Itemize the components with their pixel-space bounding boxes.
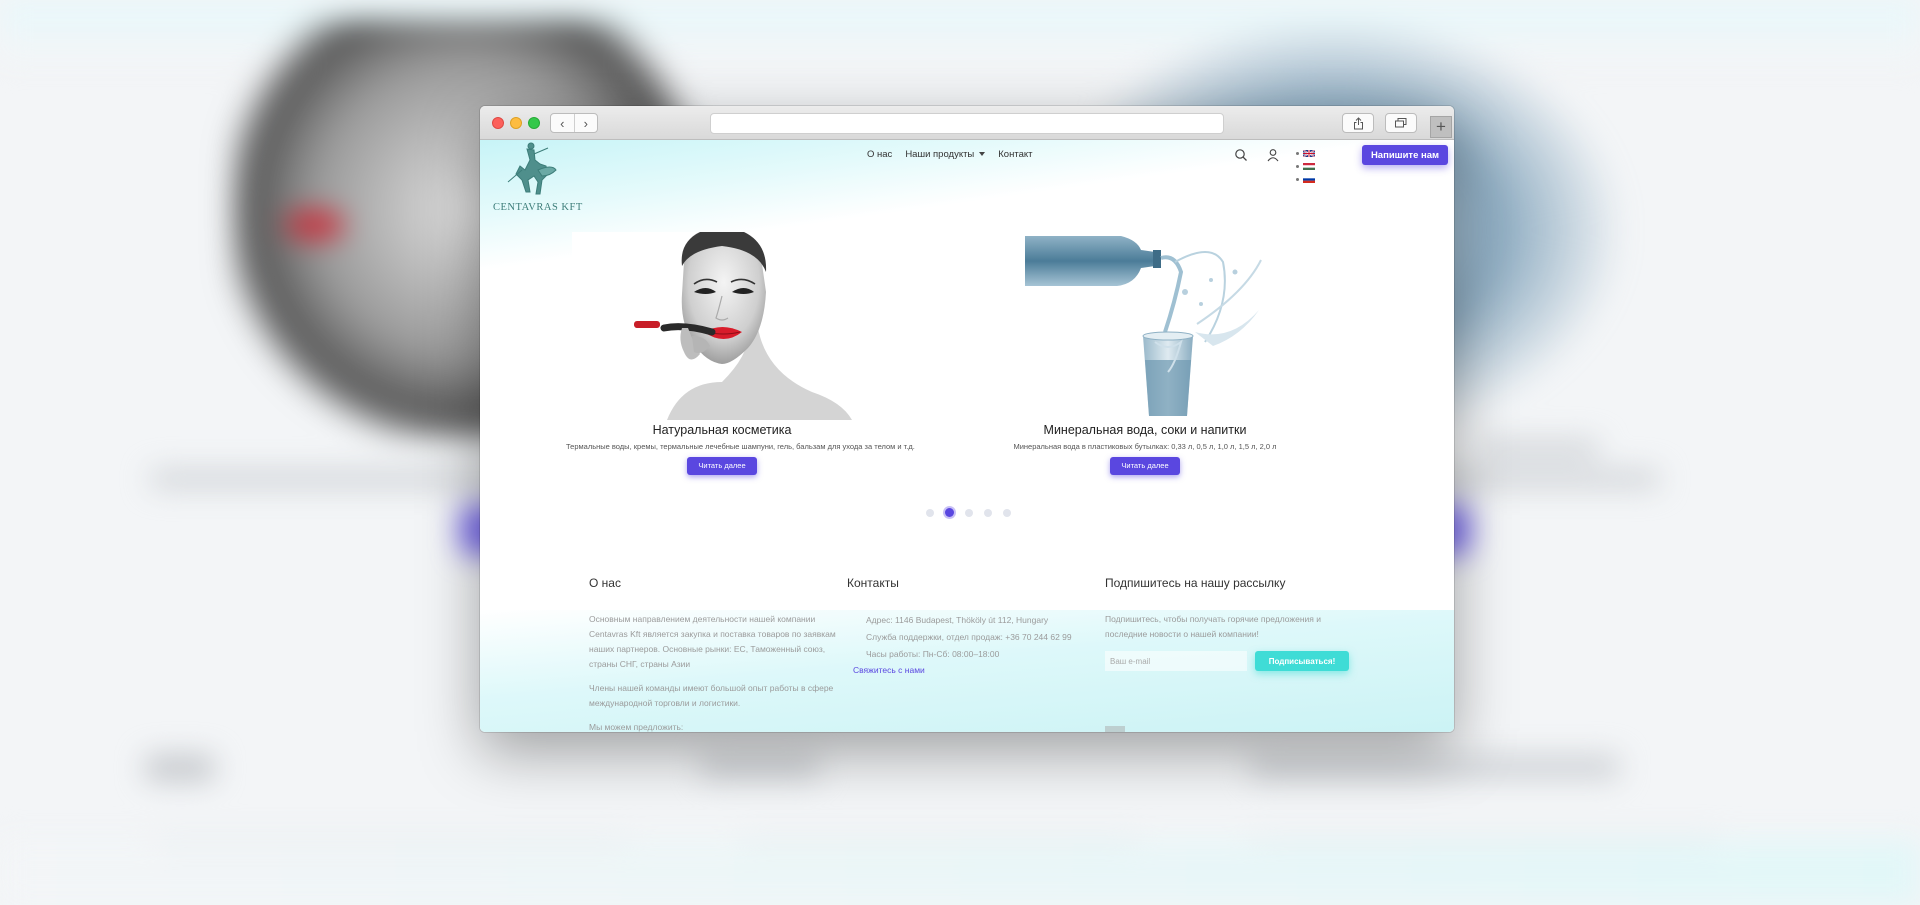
back-button[interactable]: ‹ — [551, 114, 574, 132]
list-bullet — [1296, 178, 1299, 181]
slide-subtitle: Термальные воды, кремы, термальные лечеб… — [566, 442, 915, 451]
newsletter-form: Подписываться! — [1105, 651, 1365, 671]
uk-flag-icon — [1303, 150, 1315, 157]
browser-window: ‹ › + CENTAVRAS KFT О нас Наши продукты … — [480, 106, 1454, 732]
contact-phone: Служба поддержки, отдел продаж: +36 70 2… — [866, 632, 1072, 642]
carousel-pagination — [926, 508, 1011, 517]
menu-item-contact[interactable]: Контакт — [998, 149, 1032, 160]
browser-toolbar: ‹ › + — [480, 106, 1454, 140]
forward-button[interactable]: › — [573, 114, 598, 132]
read-more-button[interactable]: Читать далее — [1110, 457, 1180, 475]
footer-about: О нас Основным направлением деятельности… — [589, 576, 849, 732]
about-paragraph: Мы можем предложить: — [589, 722, 684, 732]
water-glass-image — [1025, 232, 1265, 420]
footer-contacts: Контакты Адрес: 1146 Budapest, Thököly ú… — [847, 576, 1097, 678]
hungary-flag-icon — [1303, 163, 1315, 170]
language-option-hu[interactable] — [1296, 163, 1315, 170]
carousel-dot-active[interactable] — [945, 508, 954, 517]
slide-subtitle: Минеральная вода в пластиковых бутылках:… — [1013, 442, 1277, 451]
contact-hours: Часы работы: Пн-Сб: 08:00–18:00 — [866, 649, 1000, 659]
new-tab-button[interactable]: + — [1430, 116, 1452, 138]
search-icon[interactable] — [1234, 148, 1248, 162]
footer-newsletter: Подпишитесь на нашу рассылку Подпишитесь… — [1105, 576, 1365, 671]
language-option-ru[interactable] — [1296, 176, 1315, 183]
chevron-left-icon: ‹ — [560, 115, 565, 131]
user-account-icon[interactable] — [1266, 148, 1280, 162]
address-bar[interactable] — [710, 113, 1224, 134]
slide-title: Минеральная вода, соки и напитки — [1043, 423, 1247, 437]
carousel-dot[interactable] — [965, 508, 973, 517]
language-option-en[interactable] — [1296, 150, 1315, 157]
show-tabs-button[interactable] — [1385, 113, 1417, 133]
russia-flag-icon — [1303, 176, 1315, 183]
contact-us-button[interactable]: Напишите нам — [1362, 145, 1448, 165]
tabs-icon — [1395, 118, 1407, 128]
cosmetics-image — [572, 232, 872, 420]
minimize-window-button[interactable] — [510, 117, 522, 129]
maximize-window-button[interactable] — [528, 117, 540, 129]
carousel-dot[interactable] — [1003, 508, 1011, 517]
close-window-button[interactable] — [492, 117, 504, 129]
slide-title: Натуральная косметика — [652, 423, 792, 437]
contact-us-link[interactable]: Свяжитесь с нами — [847, 663, 1097, 678]
subscribe-button[interactable]: Подписываться! — [1255, 651, 1349, 671]
carousel-dot[interactable] — [926, 508, 934, 517]
web-page: CENTAVRAS KFT О нас Наши продукты Контак… — [480, 140, 1454, 732]
water-image — [1025, 232, 1265, 420]
footer-about-heading: О нас — [589, 576, 621, 590]
language-switcher — [1296, 150, 1315, 183]
contact-address: Адрес: 1146 Budapest, Thököly út 112, Hu… — [866, 615, 1049, 625]
share-icon — [1353, 116, 1363, 129]
email-field[interactable] — [1105, 651, 1247, 671]
share-button[interactable] — [1342, 113, 1374, 133]
chevron-right-icon: › — [583, 115, 588, 131]
list-bullet — [1296, 152, 1299, 155]
product-slide: Минеральная вода, соки и напитки Минерал… — [1010, 232, 1280, 475]
centaur-logo-icon — [507, 142, 557, 195]
footer-contacts-heading: Контакты — [847, 576, 899, 590]
woman-portrait-image — [572, 232, 872, 420]
product-slide: Натуральная косметика Термальные воды, к… — [566, 232, 915, 475]
logo-text: CENTAVRAS KFT — [493, 202, 583, 213]
newsletter-text: Подпишитесь, чтобы получать горячие пред… — [1105, 614, 1321, 639]
history-nav: ‹ › — [550, 113, 598, 133]
footer-newsletter-heading: Подпишитесь на нашу рассылку — [1105, 576, 1286, 590]
plus-icon: + — [1436, 117, 1446, 136]
about-paragraph: Члены нашей команды имеют большой опыт р… — [589, 683, 834, 708]
about-paragraph: Основным направлением деятельности нашей… — [589, 614, 836, 669]
carousel-dot[interactable] — [984, 508, 992, 517]
read-more-button[interactable]: Читать далее — [687, 457, 757, 475]
site-logo[interactable]: CENTAVRAS KFT — [486, 140, 582, 220]
menu-item-products[interactable]: Наши продукты — [905, 149, 985, 160]
main-menu: О нас Наши продукты Контакт — [867, 149, 1032, 160]
list-bullet — [1296, 165, 1299, 168]
footer-heading-fragment — [1105, 726, 1125, 732]
menu-item-about[interactable]: О нас — [867, 149, 892, 160]
